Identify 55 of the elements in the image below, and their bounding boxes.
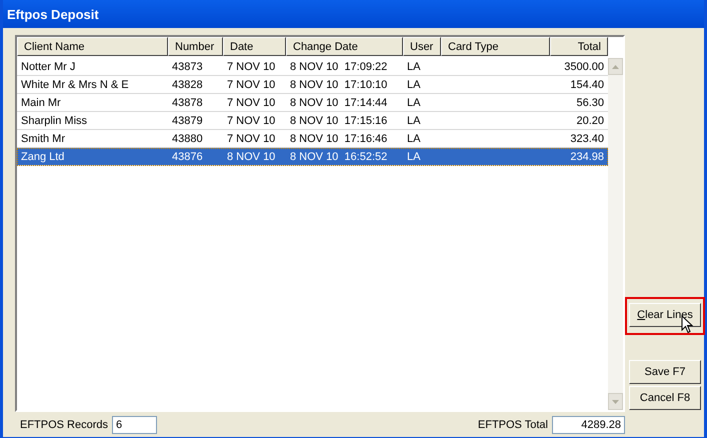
table-cell: 7 NOV 10 — [227, 60, 276, 72]
table-cell: 7 NOV 10 — [227, 96, 276, 108]
table-cell: LA — [407, 78, 420, 90]
table-cell: 8 NOV 10 17:16:46 — [290, 132, 388, 144]
table-cell: 43828 — [172, 78, 203, 90]
table-cell: LA — [407, 150, 420, 162]
table-cell: 8 NOV 10 17:15:16 — [290, 114, 388, 126]
total-field[interactable]: 4289.28 — [552, 416, 625, 434]
table-cell: 43880 — [172, 132, 203, 144]
table-cell: 43878 — [172, 96, 203, 108]
table-cell: 323.40 — [570, 132, 604, 144]
save-button[interactable]: Save F7 — [629, 360, 701, 384]
column-header[interactable]: Change Date — [286, 37, 403, 56]
records-label: EFTPOS Records — [20, 418, 108, 430]
column-header[interactable]: Total — [550, 37, 608, 56]
table-cell: 7 NOV 10 — [227, 132, 276, 144]
table-cell: 43879 — [172, 114, 203, 126]
table-cell: 56.30 — [576, 96, 604, 108]
cancel-button[interactable]: Cancel F8 — [629, 386, 701, 410]
table-cell: LA — [407, 60, 420, 72]
down-arrow-icon[interactable] — [612, 400, 619, 404]
up-arrow-icon[interactable] — [612, 64, 619, 68]
table-row[interactable]: Zang Ltd 43876 8 NOV 10 8 NOV 10 16:52:52 LA 234.98 — [17, 148, 608, 166]
column-header[interactable]: Date — [223, 37, 286, 56]
table-cell: 43873 — [172, 60, 203, 72]
table-cell: Zang Ltd — [21, 150, 64, 162]
scrollbar[interactable] — [608, 58, 623, 410]
table-cell: 154.40 — [570, 78, 604, 90]
clear-lines-button[interactable]: Clear Lines — [629, 303, 701, 327]
table-cell: LA — [407, 114, 420, 126]
table-cell: Main Mr — [21, 96, 61, 108]
records-field[interactable]: 6 — [112, 416, 158, 434]
total-label: EFTPOS Total — [478, 418, 548, 430]
table-cell: Notter Mr J — [21, 60, 76, 72]
table-cell: LA — [407, 132, 420, 144]
table-cell: 234.98 — [570, 150, 604, 162]
column-header[interactable]: Client Name — [17, 37, 168, 56]
window-title: Eftpos Deposit — [3, 0, 704, 28]
table-cell: Sharplin Miss — [21, 114, 88, 126]
column-header[interactable]: Number — [168, 37, 223, 56]
table-cell: Smith Mr — [21, 132, 65, 144]
table-cell: 43876 — [172, 150, 203, 162]
table-cell: 7 NOV 10 — [227, 114, 276, 126]
column-header[interactable]: Card Type — [441, 37, 550, 56]
table-cell: 8 NOV 10 17:14:44 — [290, 96, 388, 108]
table-cell: White Mr & Mrs N & E — [21, 78, 129, 90]
table-cell: 8 NOV 10 16:52:52 — [290, 150, 388, 162]
table-cell: 7 NOV 10 — [227, 78, 276, 90]
table-cell: 20.20 — [576, 114, 604, 126]
table-cell: LA — [407, 96, 420, 108]
table-cell: 8 NOV 10 — [227, 150, 276, 162]
table-cell: 8 NOV 10 17:10:10 — [290, 78, 388, 90]
table-cell: 3500.00 — [564, 60, 604, 72]
table-cell: 8 NOV 10 17:09:22 — [290, 60, 388, 72]
column-header[interactable]: User — [403, 37, 441, 56]
